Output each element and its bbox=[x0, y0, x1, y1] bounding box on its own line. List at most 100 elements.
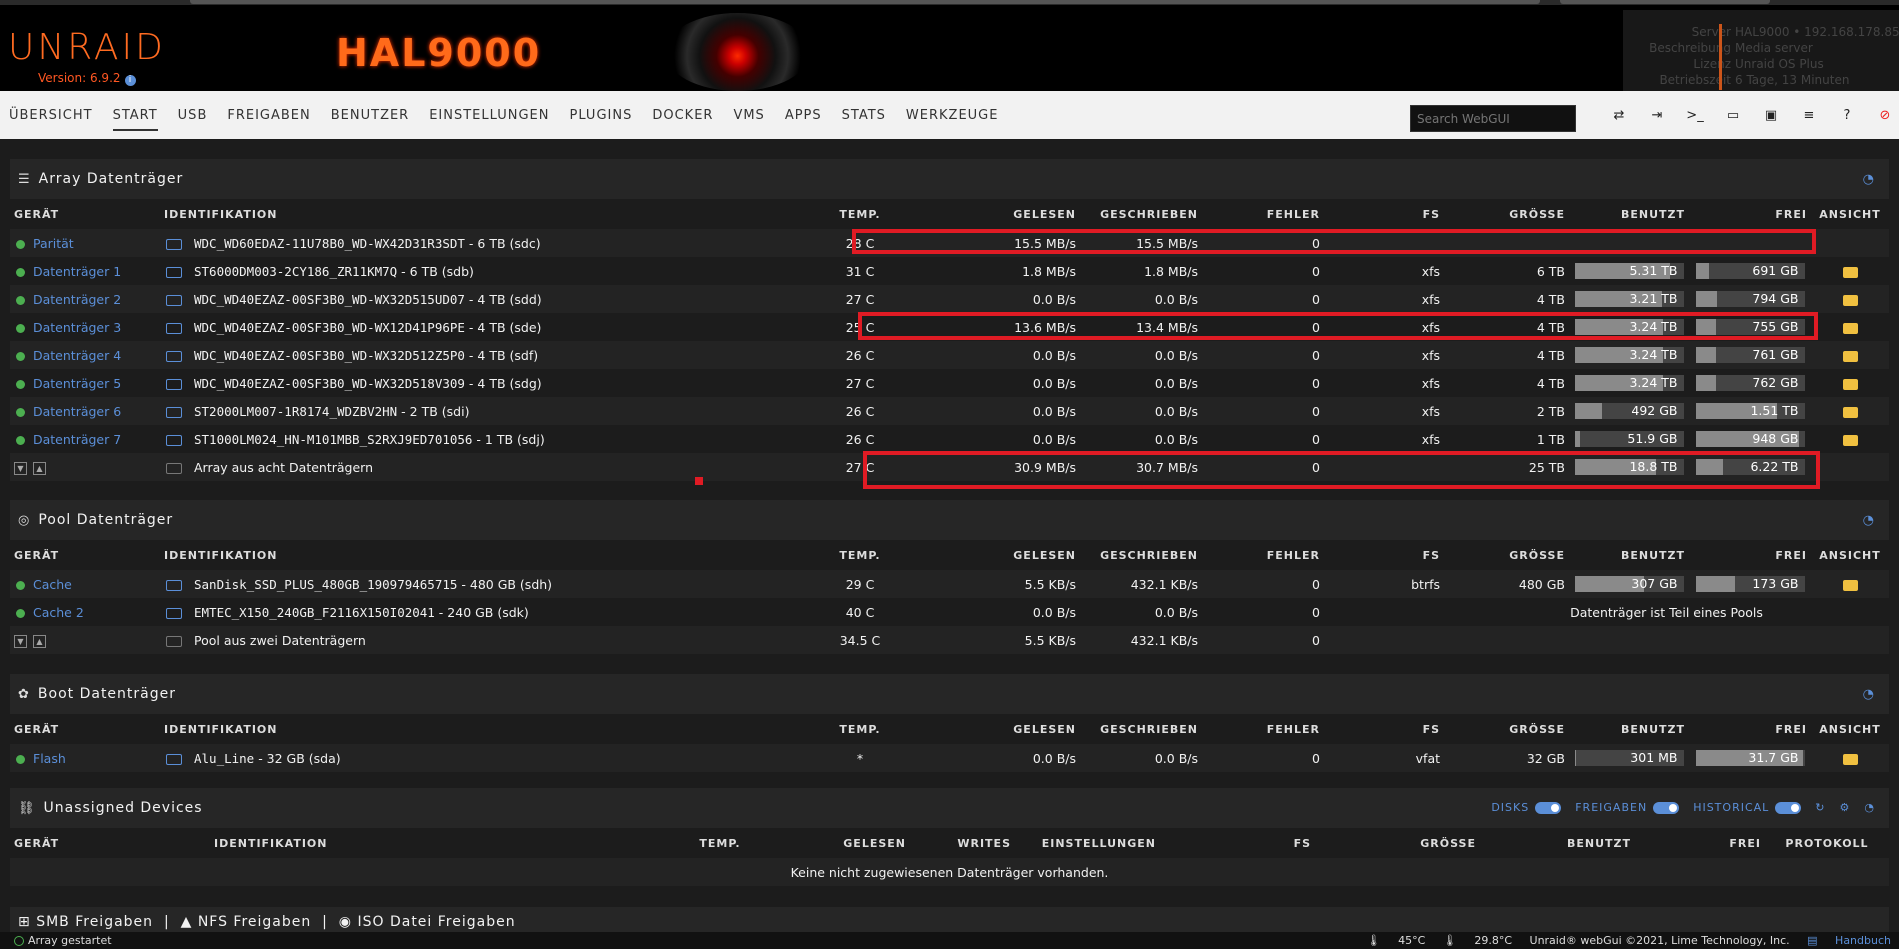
terminal-icon[interactable]: >_ bbox=[1676, 108, 1714, 123]
device-link[interactable]: Datenträger 5 bbox=[33, 376, 121, 391]
nav-item-4[interactable]: BENUTZER bbox=[331, 108, 409, 123]
device-link[interactable]: Datenträger 1 bbox=[33, 264, 121, 279]
unassigned-section: ⛓ Unassigned Devices DISKS FREIGABEN HIS… bbox=[10, 788, 1889, 886]
dashboard-icon[interactable]: ◔ bbox=[1864, 801, 1875, 814]
device-link[interactable]: Cache bbox=[33, 577, 72, 592]
log-icon[interactable]: ≡ bbox=[1790, 108, 1828, 123]
identification[interactable]: SanDisk_SSD_PLUS_480GB_190979465715 - 48… bbox=[194, 577, 552, 592]
device-link[interactable]: Datenträger 4 bbox=[33, 348, 121, 363]
used-bar: 307 GB bbox=[1574, 576, 1684, 593]
collapse-down-icon[interactable]: ▼ bbox=[14, 634, 27, 648]
alert-icon[interactable]: ⊘ bbox=[1866, 108, 1899, 123]
used-bar: 51.9 GB bbox=[1574, 431, 1684, 448]
folder-view-icon[interactable] bbox=[1842, 266, 1858, 278]
disks-option[interactable]: DISKS bbox=[1491, 801, 1562, 814]
device-link[interactable]: Datenträger 7 bbox=[33, 432, 121, 447]
dashboard-icon[interactable]: ◔ bbox=[1863, 172, 1875, 187]
nav-item-2[interactable]: USB bbox=[178, 108, 208, 123]
nav-item-11[interactable]: WERKZEUGE bbox=[906, 108, 999, 123]
read-cell: 5.5 KB/s bbox=[930, 570, 1080, 598]
used-text: 3.21 TB bbox=[1629, 291, 1678, 307]
table-row: Flash Alu_Line - 32 GB (sda) * 0.0 B/s 0.0 B… bbox=[10, 744, 1889, 772]
help-icon[interactable]: ? bbox=[1828, 108, 1866, 123]
written-cell: 0.0 B/s bbox=[1080, 369, 1202, 397]
nav-item-9[interactable]: APPS bbox=[785, 108, 822, 123]
nav-item-7[interactable]: DOCKER bbox=[652, 108, 713, 123]
identification[interactable]: Alu_Line - 32 GB (sda) bbox=[194, 751, 341, 766]
used-text: 307 GB bbox=[1631, 576, 1678, 592]
device-link[interactable]: Datenträger 2 bbox=[33, 292, 121, 307]
nav-item-6[interactable]: PLUGINS bbox=[570, 108, 633, 123]
shares-option-label: FREIGABEN bbox=[1575, 801, 1648, 814]
identification[interactable]: WDC_WD40EZAZ-00SF3B0_WD-WX12D41P96PE - 4… bbox=[194, 320, 541, 335]
smb-shares-tab[interactable]: SMB Freigaben bbox=[36, 914, 153, 930]
folder-view-icon[interactable] bbox=[1842, 322, 1858, 334]
device-link[interactable]: Datenträger 6 bbox=[33, 404, 121, 419]
device-link[interactable]: Cache 2 bbox=[33, 605, 84, 620]
collapse-down-icon[interactable]: ▼ bbox=[14, 461, 27, 475]
view-cell bbox=[1811, 257, 1889, 285]
disk-size-label: - 4 TB (sdd) bbox=[464, 291, 542, 307]
feedback-icon[interactable]: ▭ bbox=[1714, 108, 1752, 123]
nav-item-3[interactable]: FREIGABEN bbox=[227, 108, 310, 123]
nav-item-10[interactable]: STATS bbox=[842, 108, 886, 123]
identification[interactable]: WDC_WD40EZAZ-00SF3B0_WD-WX32D518V309 - 4… bbox=[194, 376, 542, 391]
manual-link[interactable]: ▤ Handbuch bbox=[1807, 934, 1891, 947]
nav-item-5[interactable]: EINSTELLUNGEN bbox=[429, 108, 549, 123]
folder-view-icon[interactable] bbox=[1842, 378, 1858, 390]
info-icon[interactable]: i bbox=[124, 75, 136, 86]
folder-view-icon[interactable] bbox=[1842, 579, 1858, 591]
shares-option[interactable]: FREIGABEN bbox=[1575, 801, 1680, 814]
historical-toggle[interactable] bbox=[1775, 802, 1802, 814]
identification[interactable]: ST6000DM003-2CY186_ZR11KM7Q - 6 TB (sdb) bbox=[194, 264, 474, 279]
unraid-logo[interactable]: UNRAID bbox=[8, 27, 166, 68]
logout-icon[interactable]: ⇥ bbox=[1638, 108, 1676, 123]
dashboard-icon[interactable]: ◔ bbox=[1863, 513, 1875, 528]
nav-item-8[interactable]: VMS bbox=[733, 108, 764, 123]
status-dot-icon bbox=[16, 351, 25, 361]
column-header: FEHLER bbox=[1202, 540, 1324, 570]
table-row: Datenträger 6 ST2000LM007-1R8174_WDZBV2HN… bbox=[10, 397, 1889, 425]
folder-view-icon[interactable] bbox=[1842, 434, 1858, 446]
collapse-up-icon[interactable]: ▲ bbox=[33, 634, 46, 648]
errors-cell: 0 bbox=[1202, 341, 1324, 369]
column-header: FREI bbox=[1689, 714, 1811, 744]
identification[interactable]: WDC_WD40EZAZ-00SF3B0_WD-WX32D512Z5P0 - 4… bbox=[194, 348, 538, 363]
historical-option[interactable]: HISTORICAL bbox=[1693, 801, 1802, 814]
dashboard-icon[interactable]: ◔ bbox=[1863, 687, 1875, 702]
free-text: 948 GB bbox=[1752, 431, 1799, 447]
identification[interactable]: ST1000LM024_HN-M101MBB_S2RXJ9ED701056 - … bbox=[194, 432, 545, 447]
used-text: 51.9 GB bbox=[1627, 431, 1678, 447]
nav-item-0[interactable]: ÜBERSICHT bbox=[9, 108, 93, 123]
identification-cell: WDC_WD40EZAZ-00SF3B0_WD-WX32D515UD07 - 4… bbox=[160, 285, 790, 313]
array-body: Parität WDC_WD60EDAZ-11U78B0_WD-WX42D31R3… bbox=[10, 229, 1889, 481]
info-monitor-icon[interactable]: ▣ bbox=[1752, 108, 1790, 123]
disks-toggle[interactable] bbox=[1535, 802, 1562, 814]
shares-toggle[interactable] bbox=[1653, 802, 1680, 814]
device-link[interactable]: Datenträger 3 bbox=[33, 320, 121, 335]
folder-view-icon[interactable] bbox=[1842, 350, 1858, 362]
folder-view-icon[interactable] bbox=[1842, 753, 1858, 765]
folder-view-icon[interactable] bbox=[1842, 294, 1858, 306]
column-header: FS bbox=[1160, 828, 1315, 858]
nav-item-1[interactable]: START bbox=[112, 108, 158, 131]
switch-language-icon[interactable]: ⇄ bbox=[1600, 108, 1638, 123]
status-dot-icon bbox=[16, 435, 25, 445]
used-bar: 3.21 TB bbox=[1574, 291, 1684, 308]
refresh-icon[interactable]: ↻ bbox=[1815, 801, 1825, 814]
nfs-shares-tab[interactable]: NFS Freigaben bbox=[198, 914, 311, 930]
free-bar: 794 GB bbox=[1695, 291, 1805, 308]
identification[interactable]: WDC_WD40EZAZ-00SF3B0_WD-WX32D515UD07 - 4… bbox=[194, 292, 542, 307]
array-title-text: Array Datenträger bbox=[38, 171, 184, 187]
settings-gear-icon[interactable]: ⚙ bbox=[1840, 801, 1851, 814]
device-link[interactable]: Parität bbox=[33, 236, 74, 251]
iso-shares-tab[interactable]: ISO Datei Freigaben bbox=[357, 914, 515, 930]
identification-cell: WDC_WD40EZAZ-00SF3B0_WD-WX32D518V309 - 4… bbox=[160, 369, 790, 397]
folder-view-icon[interactable] bbox=[1842, 406, 1858, 418]
collapse-up-icon[interactable]: ▲ bbox=[33, 461, 46, 475]
search-input[interactable] bbox=[1410, 105, 1576, 132]
identification[interactable]: EMTEC_X150_240GB_F2116X150I02041 - 240 G… bbox=[194, 605, 529, 620]
identification[interactable]: ST2000LM007-1R8174_WDZBV2HN - 2 TB (sdi) bbox=[194, 404, 469, 419]
identification[interactable]: WDC_WD60EDAZ-11U78B0_WD-WX42D31R3SDT - 6… bbox=[194, 236, 541, 251]
device-link[interactable]: Flash bbox=[33, 751, 66, 766]
